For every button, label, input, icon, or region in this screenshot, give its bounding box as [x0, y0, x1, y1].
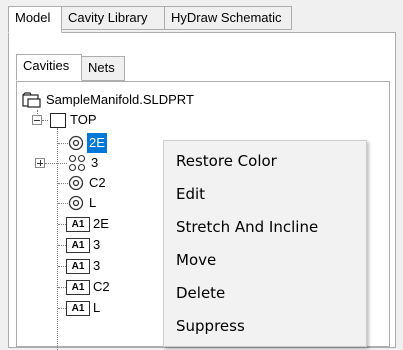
tab-cavities[interactable]: Cavities — [16, 54, 82, 81]
tree-item-label: C2 — [89, 175, 106, 190]
tab-model[interactable]: Model — [8, 6, 62, 33]
tree-guide — [58, 266, 66, 267]
assembly-box-icon — [50, 113, 66, 128]
a1-icon: A1 — [66, 217, 90, 232]
tree-guide — [58, 143, 68, 144]
tree-item-label: 2E — [87, 133, 107, 153]
tree-guide — [45, 163, 67, 164]
tab-cavity-library-label: Cavity Library — [68, 10, 148, 25]
tree-guide — [58, 183, 68, 184]
tab-cavity-library[interactable]: Cavity Library — [61, 6, 165, 30]
tree-item-label: C2 — [93, 279, 110, 294]
cavity-circle-icon — [68, 195, 84, 211]
tree-guide — [42, 120, 48, 121]
menu-item-delete[interactable]: Delete — [164, 280, 366, 306]
tree-guide — [58, 203, 68, 204]
a1-icon: A1 — [66, 259, 90, 274]
tree-item-label: 3 — [93, 237, 101, 252]
tree-node-top-label: TOP — [70, 112, 97, 127]
menu-item-stretch-and-incline[interactable]: Stretch And Incline — [164, 214, 366, 240]
tree-guide — [58, 308, 66, 309]
cavity-circle-icon — [68, 175, 84, 191]
tree-item-label: 3 — [91, 155, 99, 170]
a1-icon: A1 — [66, 301, 90, 316]
context-menu: Restore Color Edit Stretch And Incline M… — [163, 140, 367, 347]
tree-item-label: L — [89, 195, 97, 210]
a1-icon: A1 — [66, 238, 90, 253]
tree-guide — [57, 128, 58, 350]
menu-item-restore-color[interactable]: Restore Color — [164, 148, 366, 174]
tab-cavities-label: Cavities — [23, 58, 70, 73]
tree-guide — [58, 224, 66, 225]
menu-item-suppress[interactable]: Suppress — [164, 313, 366, 339]
expand-toggle-icon[interactable] — [35, 158, 45, 168]
tab-hydraw-label: HyDraw Schematic — [171, 10, 282, 25]
tree-guide — [58, 287, 66, 288]
tab-nets-label: Nets — [88, 60, 115, 75]
tree-item-label: L — [93, 300, 101, 315]
cavity-circle-icon — [68, 135, 84, 151]
menu-item-move[interactable]: Move — [164, 247, 366, 273]
tab-nets[interactable]: Nets — [81, 56, 125, 81]
tree-item-label: 2E — [93, 216, 109, 231]
a1-icon: A1 — [66, 280, 90, 295]
tree-item-label: 3 — [93, 258, 101, 273]
tree-guide — [58, 245, 66, 246]
tab-model-label: Model — [15, 10, 51, 25]
part-folder-icon — [22, 92, 41, 108]
menu-item-edit[interactable]: Edit — [164, 181, 366, 207]
tree-root-label: SampleManifold.SLDPRT — [46, 92, 194, 107]
tab-hydraw-schematic[interactable]: HyDraw Schematic — [164, 6, 292, 30]
collapse-toggle-icon[interactable] — [32, 115, 42, 125]
cavity-group-icon — [68, 154, 86, 172]
